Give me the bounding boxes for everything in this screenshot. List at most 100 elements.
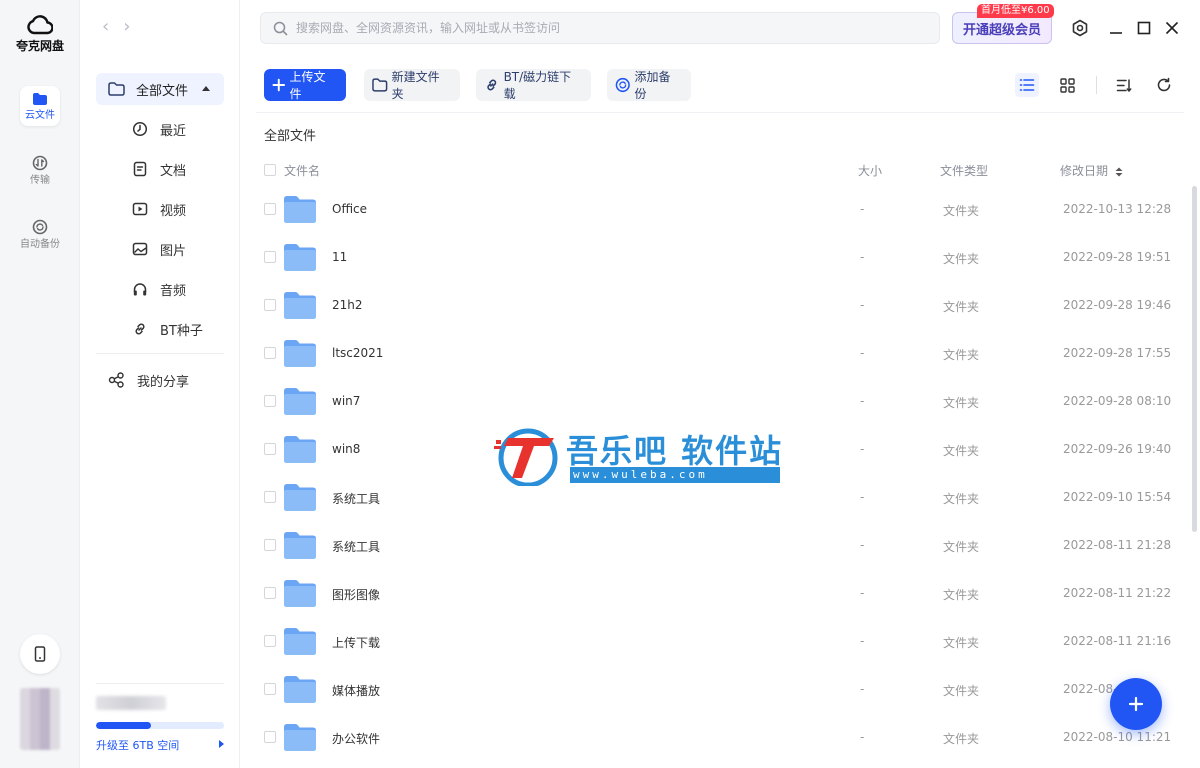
file-size: -: [860, 250, 865, 264]
folder-icon: [284, 292, 316, 319]
folder-icon: [284, 724, 316, 751]
nav-item-bt-torrents[interactable]: BT种子: [132, 317, 203, 341]
bt-download-label: BT/磁力链下载: [503, 70, 572, 101]
row-checkbox[interactable]: [264, 443, 276, 455]
transfer-icon: [32, 155, 48, 170]
search-input[interactable]: [296, 21, 896, 35]
row-checkbox[interactable]: [264, 203, 276, 215]
grid-view-button[interactable]: [1055, 73, 1079, 97]
rail-item-label: 自动备份: [20, 238, 60, 250]
new-folder-button[interactable]: 新建文件夹: [364, 69, 460, 101]
nav-item-recent[interactable]: 最近: [132, 117, 186, 141]
column-header-size[interactable]: 大小: [858, 162, 882, 179]
nav-item-label: 文档: [160, 163, 187, 179]
row-checkbox[interactable]: [264, 395, 276, 407]
table-row[interactable]: Office - 文件夹 2022-10-13 12:28: [256, 185, 1176, 233]
nav-item-audio[interactable]: 音频: [132, 277, 186, 301]
column-header-name[interactable]: 文件名: [284, 162, 320, 179]
file-size: -: [860, 730, 865, 744]
history-nav: ‹›: [102, 16, 144, 37]
plus-icon: [272, 78, 286, 92]
folder-icon: [284, 244, 316, 271]
search-icon: [273, 21, 288, 35]
upgrade-storage-link[interactable]: 升级至 6TB 空间: [96, 737, 224, 753]
file-type: 文件夹: [943, 444, 980, 458]
rail-item-transfer[interactable]: 传输: [10, 150, 70, 190]
avatar[interactable]: [20, 688, 60, 750]
nav-all-files[interactable]: 全部文件: [96, 73, 224, 105]
backup-icon: [615, 77, 630, 93]
table-row[interactable]: 系统工具 - 文件夹 2022-08-11 21:28: [256, 521, 1176, 569]
column-header-type[interactable]: 文件类型: [940, 162, 988, 179]
settings-button[interactable]: [1070, 18, 1090, 38]
nav-item-images[interactable]: 图片: [132, 237, 186, 261]
row-checkbox[interactable]: [264, 299, 276, 311]
file-modified-date: 2022-09-26 19:40: [1063, 442, 1172, 456]
select-all-checkbox[interactable]: [264, 164, 276, 176]
floating-add-button[interactable]: [1110, 678, 1162, 730]
scrollbar[interactable]: [1192, 186, 1197, 532]
row-checkbox[interactable]: [264, 731, 276, 743]
table-row[interactable]: ltsc2021 - 文件夹 2022-09-28 17:55: [256, 329, 1176, 377]
nav-item-documents[interactable]: 文档: [132, 157, 186, 181]
left-rail: 夸克网盘 云文件 传输 自动备份: [0, 0, 80, 768]
file-name: 办公软件: [332, 732, 381, 746]
nav-item-my-share[interactable]: 我的分享: [108, 368, 189, 392]
table-row[interactable]: 21h2 - 文件夹 2022-09-28 19:46: [256, 281, 1176, 329]
nav-item-videos[interactable]: 视频: [132, 197, 186, 221]
nav-item-label: 图片: [160, 243, 187, 259]
upload-file-button[interactable]: 上传文件: [264, 69, 346, 101]
rail-item-label: 传输: [30, 174, 50, 186]
forward-arrow-icon[interactable]: ›: [123, 16, 144, 37]
file-type: 文件夹: [943, 348, 980, 362]
maximize-icon: [1137, 21, 1151, 35]
file-type: 文件夹: [943, 684, 980, 698]
close-button[interactable]: [1162, 18, 1182, 38]
app-name: 夸克网盘: [15, 39, 64, 53]
minimize-button[interactable]: [1106, 18, 1126, 38]
file-size: -: [860, 490, 865, 504]
rail-item-auto-backup[interactable]: 自动备份: [10, 214, 70, 254]
table-row[interactable]: 图形图像 - 文件夹 2022-08-11 21:22: [256, 569, 1176, 617]
file-modified-date: 2022-08-10 11:21: [1063, 730, 1172, 744]
table-row[interactable]: win7 - 文件夹 2022-09-28 08:10: [256, 377, 1176, 425]
nav-divider: [96, 683, 224, 684]
maximize-button[interactable]: [1134, 18, 1154, 38]
file-size: -: [860, 442, 865, 456]
table-row[interactable]: 11 - 文件夹 2022-09-28 19:51: [256, 233, 1176, 281]
refresh-icon: [1157, 77, 1171, 92]
folder-icon: [284, 436, 316, 463]
file-modified-date: 2022-08-11 21:16: [1063, 634, 1172, 648]
storage-progress-fill: [96, 722, 152, 729]
table-row[interactable]: 上传下载 - 文件夹 2022-08-11 21:16: [256, 617, 1176, 665]
folder-icon: [284, 196, 316, 223]
row-checkbox[interactable]: [264, 347, 276, 359]
upgrade-storage-label: 升级至 6TB 空间: [96, 739, 180, 752]
back-arrow-icon[interactable]: ‹: [102, 16, 123, 37]
rail-item-cloud-files[interactable]: 云文件: [10, 86, 70, 126]
bt-magnet-download-button[interactable]: BT/磁力链下载: [476, 69, 591, 101]
row-checkbox[interactable]: [264, 491, 276, 503]
file-name: ltsc2021: [332, 346, 384, 360]
row-checkbox[interactable]: [264, 683, 276, 695]
toolbar-separator: [1096, 76, 1097, 94]
refresh-button[interactable]: [1152, 73, 1176, 97]
sort-button[interactable]: [1112, 73, 1136, 97]
nav-panel: ‹› 全部文件 最近 文档 视频 图片 音频 BT种子 我的分享 升级至 6TB…: [80, 0, 240, 768]
mobile-device-button[interactable]: [20, 634, 60, 674]
table-row[interactable]: 媒体播放 - 文件夹 2022-08-1: [256, 665, 1176, 713]
column-header-date[interactable]: 修改日期: [1060, 162, 1123, 179]
file-type: 文件夹: [943, 252, 980, 266]
add-backup-button[interactable]: 添加备份: [607, 69, 691, 101]
sort-icon: [1116, 78, 1132, 92]
table-row[interactable]: 办公软件 - 文件夹 2022-08-10 11:21: [256, 713, 1176, 761]
search-bar[interactable]: [260, 12, 940, 44]
nav-all-files-label: 全部文件: [136, 83, 189, 99]
row-checkbox[interactable]: [264, 587, 276, 599]
new-folder-label: 新建文件夹: [391, 70, 440, 101]
row-checkbox[interactable]: [264, 635, 276, 647]
list-view-button[interactable]: [1015, 73, 1039, 97]
collapse-caret-icon[interactable]: [202, 86, 210, 91]
row-checkbox[interactable]: [264, 539, 276, 551]
row-checkbox[interactable]: [264, 251, 276, 263]
